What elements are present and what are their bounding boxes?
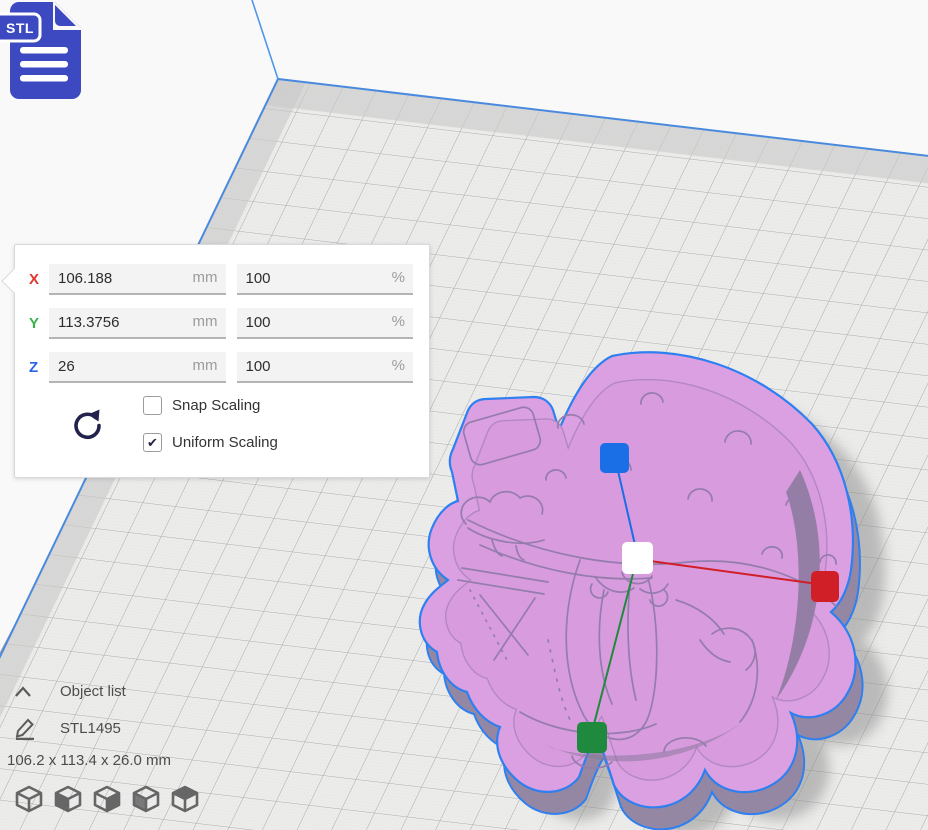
- snap-scaling-option: ✔ Snap Scaling: [143, 396, 278, 415]
- gizmo-x-handle[interactable]: [811, 571, 839, 602]
- scale-row-y: Y mm %: [29, 308, 413, 339]
- snap-scaling-label: Snap Scaling: [172, 397, 260, 414]
- cube-left-face-icon: [130, 784, 162, 814]
- axis-z-label: Z: [29, 359, 49, 376]
- object-list-item[interactable]: STL1495: [14, 716, 121, 740]
- uniform-scaling-label: Uniform Scaling: [172, 434, 278, 451]
- x-percent-input[interactable]: [237, 264, 414, 293]
- stl-badge-label: STL: [6, 20, 34, 36]
- gizmo-z-handle[interactable]: [600, 443, 629, 473]
- uniform-scaling-option: ✔ Uniform Scaling: [143, 433, 278, 452]
- axis-x-label: X: [29, 271, 49, 288]
- scale-tool-panel: X mm % Y mm % Z mm: [14, 244, 430, 478]
- chevron-up-icon: [14, 686, 32, 698]
- x-percent-field: %: [237, 264, 414, 295]
- camera-view-toolbar: [13, 783, 208, 815]
- scale-row-x: X mm %: [29, 264, 413, 295]
- y-percent-input[interactable]: [237, 308, 414, 337]
- uniform-scaling-checkbox[interactable]: ✔: [143, 433, 162, 452]
- view-right-button[interactable]: [169, 783, 202, 815]
- x-size-input[interactable]: [49, 264, 226, 293]
- z-size-input[interactable]: [49, 352, 226, 381]
- snap-scaling-checkbox[interactable]: ✔: [143, 396, 162, 415]
- stl-file-icon: STL: [0, 0, 92, 102]
- cura-viewport: STL X mm % Y mm %: [0, 0, 928, 830]
- object-list-header[interactable]: Object list: [14, 683, 126, 700]
- model-dimensions-text: 106.2 x 113.4 x 26.0 mm: [7, 752, 171, 769]
- plate-corner-axis-line: [252, 0, 278, 79]
- z-percent-field: %: [237, 352, 414, 383]
- y-size-input[interactable]: [49, 308, 226, 337]
- z-size-field: mm: [49, 352, 226, 383]
- view-left-button[interactable]: [130, 783, 163, 815]
- cube-right-face-icon: [91, 784, 123, 814]
- cube-3d-icon: [13, 784, 45, 814]
- uniform-check-icon: ✔: [147, 436, 158, 449]
- scale-row-z: Z mm %: [29, 352, 413, 383]
- reset-scale-button[interactable]: [69, 404, 111, 446]
- cube-top-face-icon: [169, 784, 201, 814]
- cube-front-icon: [52, 784, 84, 814]
- view-3d-button[interactable]: [13, 783, 46, 815]
- view-top-button[interactable]: [91, 783, 124, 815]
- reset-arrow-icon: [69, 407, 105, 443]
- object-list-title: Object list: [60, 683, 126, 700]
- scale-panel-options: ✔ Snap Scaling ✔ Uniform Scaling: [29, 396, 413, 470]
- y-percent-field: %: [237, 308, 414, 339]
- view-front-button[interactable]: [52, 783, 85, 815]
- x-size-field: mm: [49, 264, 226, 295]
- gizmo-uniform-handle[interactable]: [622, 542, 653, 574]
- axis-y-label: Y: [29, 315, 49, 332]
- y-size-field: mm: [49, 308, 226, 339]
- gizmo-y-handle[interactable]: [577, 722, 607, 753]
- object-item-name: STL1495: [60, 720, 121, 737]
- pencil-icon: [14, 716, 36, 740]
- z-percent-input[interactable]: [237, 352, 414, 381]
